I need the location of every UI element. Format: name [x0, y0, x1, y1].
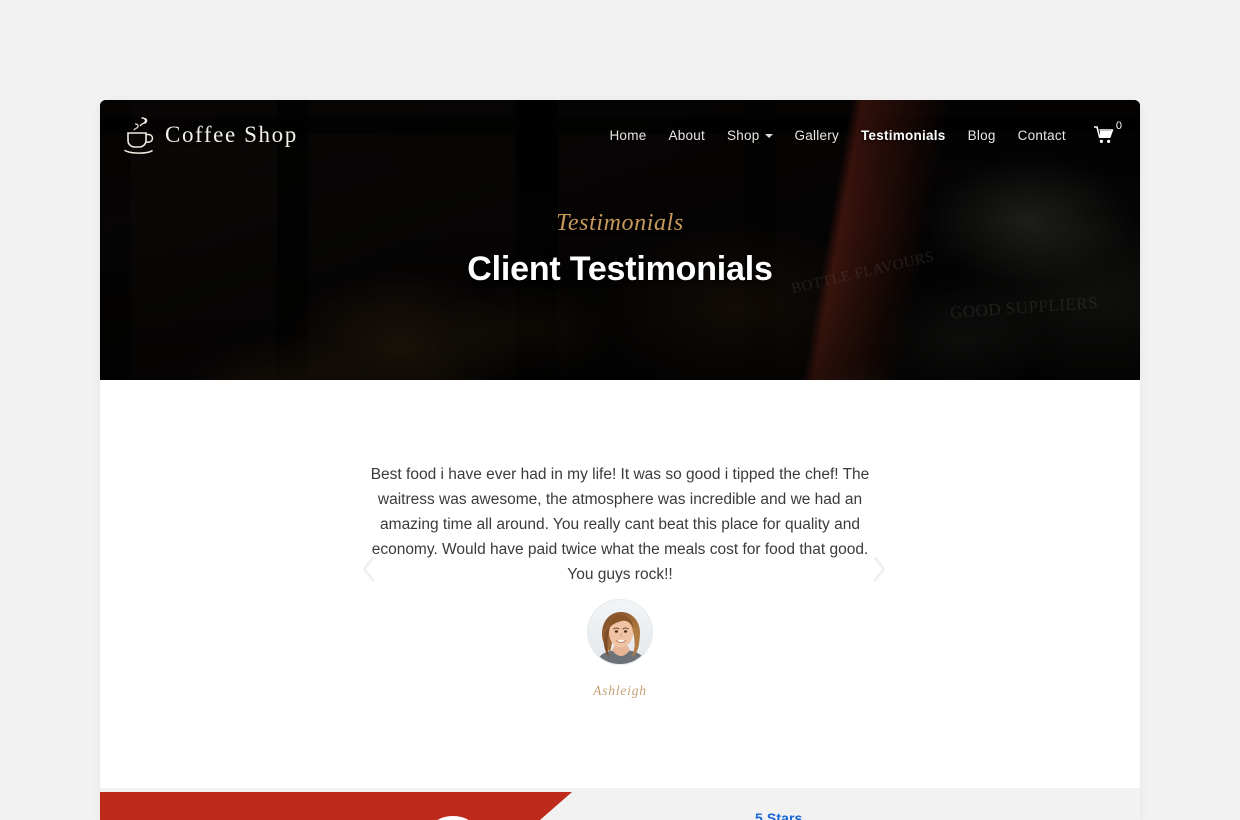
nav-label: Contact [1017, 127, 1066, 143]
cart-button[interactable]: 0 [1093, 121, 1122, 144]
shopping-cart-icon [1093, 126, 1114, 143]
banner-shape-icon [430, 816, 476, 820]
brand-logo[interactable]: Coffee Shop [122, 115, 298, 155]
chevron-down-icon [764, 134, 773, 138]
nav-label: Shop [726, 127, 760, 143]
hero-script-title: Testimonials [556, 210, 684, 236]
avatar-photo-woman [588, 600, 652, 664]
site-header: Coffee Shop Home About Shop Gallery Test… [100, 100, 1140, 170]
nav-label: Blog [967, 127, 996, 143]
carousel-next-button[interactable] [865, 552, 893, 586]
nav-label: Home [609, 127, 647, 143]
nav-label: About [668, 127, 705, 143]
testimonial-quote: Best food i have ever had in my life! It… [370, 466, 870, 583]
carousel-prev-button[interactable] [355, 552, 383, 586]
nav-label: Gallery [794, 127, 840, 143]
brand-name: Coffee Shop [165, 122, 298, 147]
nav-item-testimonials[interactable]: Testimonials [861, 128, 946, 143]
page-root: BOTTLE FLAVOURS GOOD SUPPLIERS TO TOAST … [0, 0, 1240, 820]
nav-item-about[interactable]: About [668, 128, 705, 143]
avatar [587, 599, 653, 665]
chevron-right-icon [873, 556, 886, 582]
nav-label: Testimonials [861, 127, 946, 143]
coffee-cup-icon [124, 117, 154, 154]
main-navigation: Home About Shop Gallery Testimonials Blo… [609, 121, 1122, 144]
nav-item-gallery[interactable]: Gallery [795, 128, 840, 143]
chevron-left-icon [362, 556, 375, 582]
nav-item-home[interactable]: Home [609, 128, 646, 143]
nav-item-blog[interactable]: Blog [968, 128, 996, 143]
nav-item-contact[interactable]: Contact [1018, 128, 1066, 143]
hero-titles: Testimonials Client Testimonials [100, 210, 1140, 289]
hero-section: BOTTLE FLAVOURS GOOD SUPPLIERS TO TOAST … [100, 100, 1140, 380]
page-title: Client Testimonials [467, 250, 773, 288]
testimonial-author-name: Ashleigh [593, 683, 647, 698]
cart-count-badge: 0 [1115, 120, 1122, 132]
stars-label: 5 Stars [755, 810, 803, 820]
red-angled-banner [100, 792, 572, 820]
testimonial-carousel: Best food i have ever had in my life! It… [100, 380, 1140, 792]
bottom-strip: 5 Stars [100, 788, 1140, 820]
site-card: BOTTLE FLAVOURS GOOD SUPPLIERS TO TOAST … [100, 100, 1140, 820]
nav-item-shop[interactable]: Shop [727, 128, 773, 143]
testimonial-author-block: Ashleigh [587, 599, 653, 699]
